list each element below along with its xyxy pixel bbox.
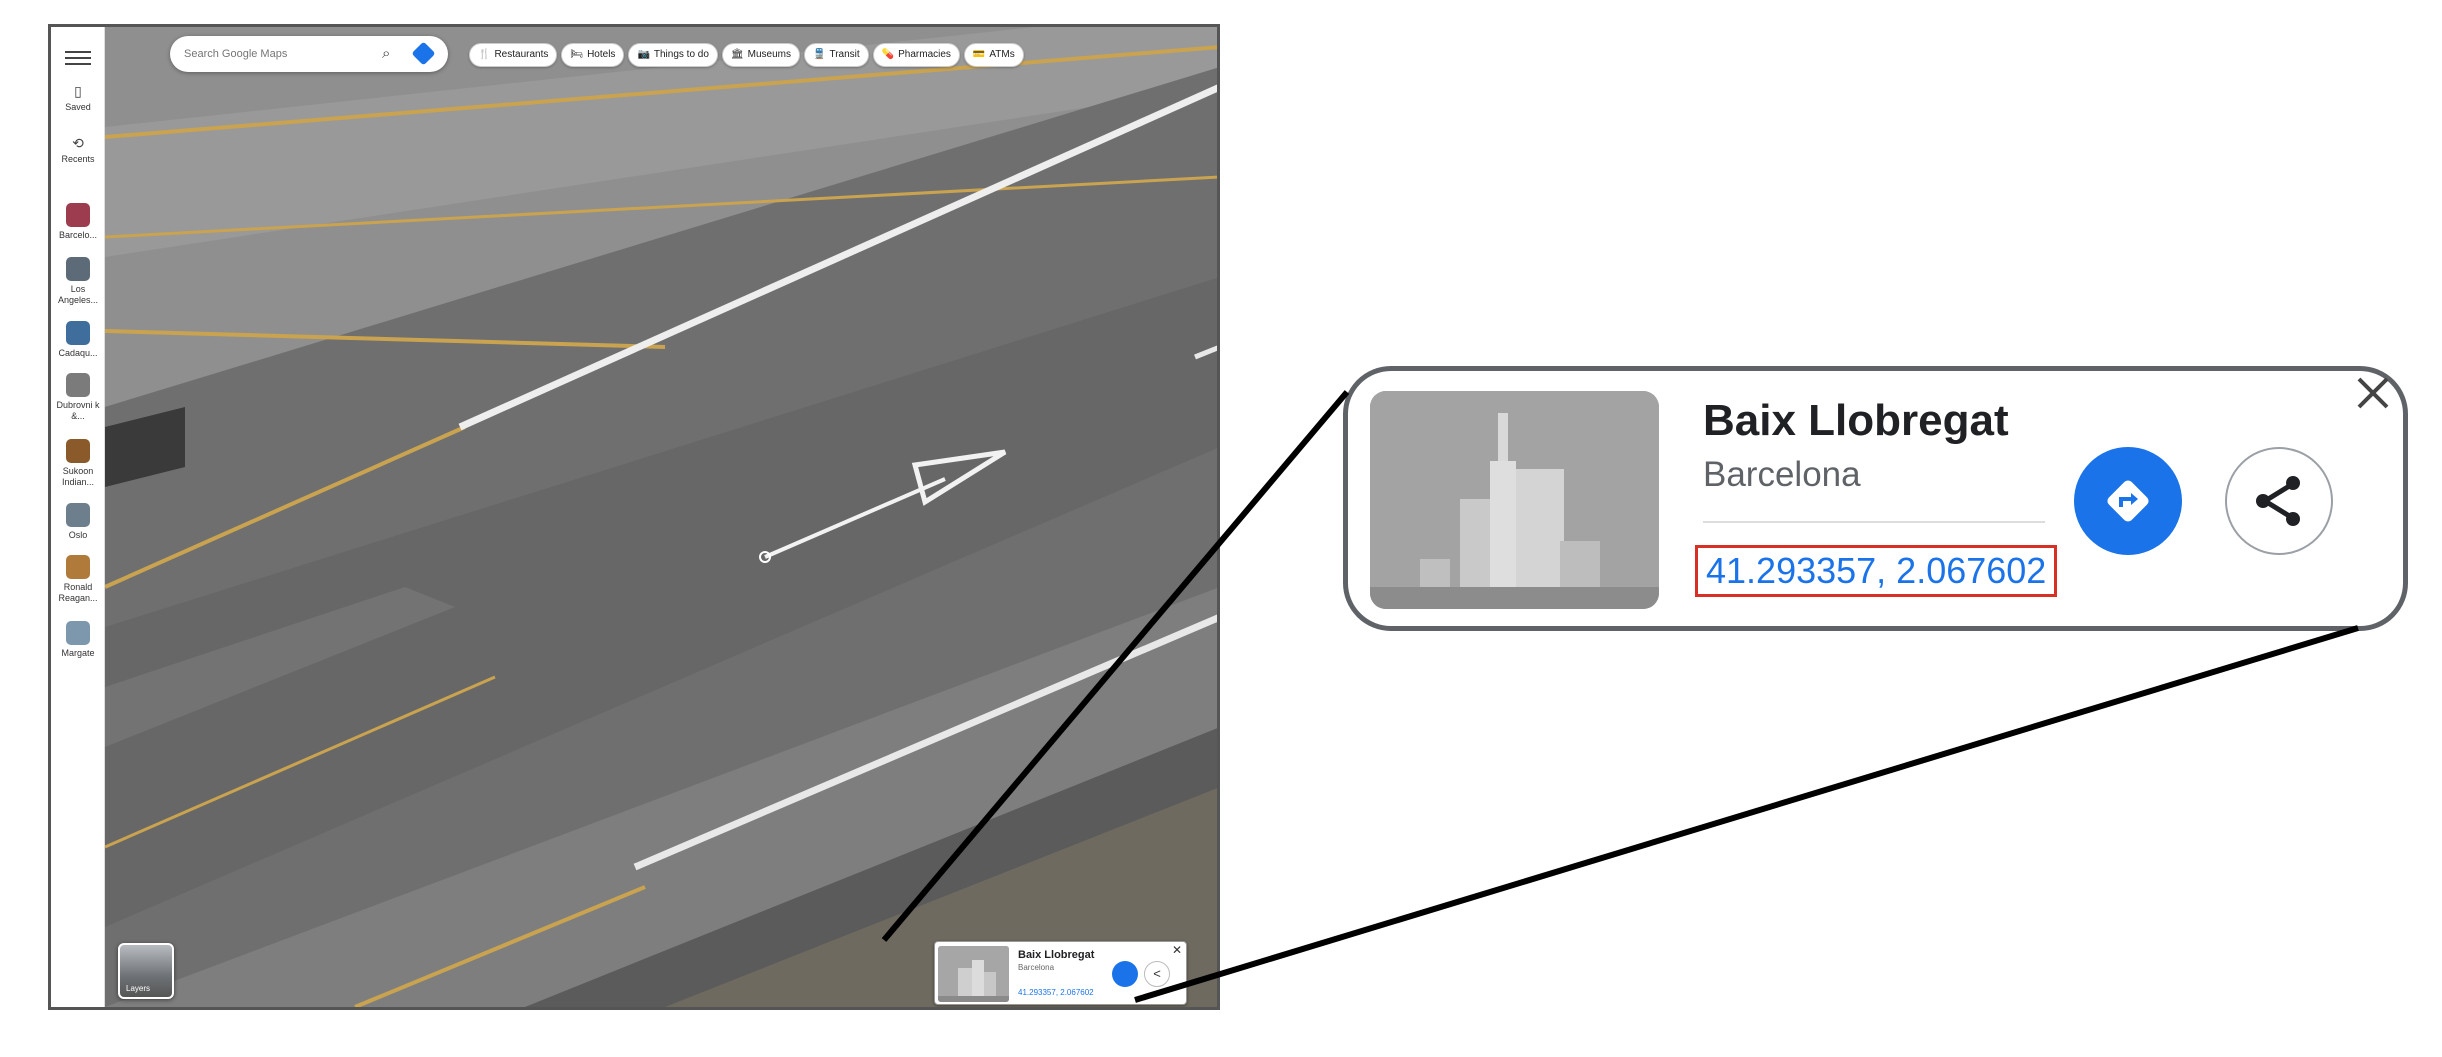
place-thumbnail <box>66 203 90 227</box>
sidebar-item-label: Sukoon Indian... <box>61 466 95 487</box>
museum-icon: 🏛 <box>730 49 744 60</box>
place-coordinates[interactable]: 41.293357, 2.067602 <box>1018 988 1094 997</box>
sidebar-item-label: Oslo <box>68 530 88 540</box>
sidebar-item-barcelona[interactable]: Barcelo... <box>51 203 105 241</box>
sidebar-item-label: Saved <box>65 102 91 112</box>
sidebar-item-label: Margate <box>61 648 95 658</box>
history-icon: ⟲ <box>72 135 84 151</box>
chip-label: Things to do <box>653 49 709 60</box>
place-photo <box>1370 391 1659 609</box>
place-title: Baix Llobregat <box>1703 396 2009 445</box>
layers-label: Layers <box>126 984 151 993</box>
sidebar-item-ronald-reagan[interactable]: Ronald Reagan... <box>51 555 105 604</box>
bed-icon: 🛏 <box>570 49 584 60</box>
place-thumbnail <box>66 373 90 397</box>
directions-button[interactable] <box>2074 447 2182 555</box>
place-subtitle: Barcelona <box>1018 963 1055 972</box>
chip-hotels[interactable]: 🛏 Hotels <box>561 43 625 67</box>
directions-icon <box>2107 480 2149 522</box>
place-photo <box>938 946 1009 1002</box>
place-card-zoom: Baix Llobregat Barcelona 41.293357, 2.06… <box>1343 366 2408 631</box>
chip-pharmacies[interactable]: 💊 Pharmacies <box>872 43 960 67</box>
place-thumbnail <box>66 503 90 527</box>
sidebar-item-label: Los Angeles... <box>57 284 99 305</box>
search-box[interactable]: ⌕ <box>170 36 448 72</box>
chip-label: Museums <box>747 49 791 60</box>
place-subtitle: Barcelona <box>1703 455 1861 494</box>
layers-button[interactable]: Layers <box>118 943 174 999</box>
utensils-icon: 🍴 <box>478 49 491 60</box>
place-thumbnail <box>66 257 90 281</box>
directions-button[interactable] <box>1112 961 1138 987</box>
directions-icon[interactable] <box>411 41 436 66</box>
sidebar-item-margate[interactable]: Margate <box>51 621 105 659</box>
share-button[interactable] <box>2225 447 2333 555</box>
chip-museums[interactable]: 🏛 Museums <box>721 43 800 67</box>
place-thumbnail <box>66 555 90 579</box>
close-icon[interactable]: ✕ <box>1172 943 1182 957</box>
chip-restaurants[interactable]: 🍴 Restaurants <box>469 43 558 67</box>
place-thumbnail <box>66 439 90 463</box>
sidebar-item-label: Barcelo... <box>58 230 98 240</box>
sidebar-item-saved[interactable]: ▯ Saved <box>51 83 105 113</box>
transit-icon: 🚆 <box>813 49 826 60</box>
sidebar-item-label: Recents <box>61 154 95 164</box>
bookmark-icon: ▯ <box>74 83 82 99</box>
atm-icon: 💳 <box>972 49 986 60</box>
place-card[interactable]: Baix Llobregat Barcelona 41.293357, 2.06… <box>934 941 1187 1005</box>
chip-label: Hotels <box>587 49 616 60</box>
sidebar-item-cadaques[interactable]: Cadaqu... <box>51 321 105 359</box>
sidebar-item-sukoon-indian[interactable]: Sukoon Indian... <box>51 439 105 488</box>
chip-transit[interactable]: 🚆 Transit <box>804 43 869 67</box>
chip-label: ATMs <box>989 49 1015 60</box>
sidebar: ▯ Saved ⟲ Recents Barcelo... Los Angeles… <box>51 27 105 1007</box>
screenshot-frame: ▯ Saved ⟲ Recents Barcelo... Los Angeles… <box>48 24 1220 1010</box>
sidebar-item-oslo[interactable]: Oslo <box>51 503 105 541</box>
chip-label: Restaurants <box>494 49 549 60</box>
category-chips: 🍴 Restaurants 🛏 Hotels 📷 Things to do 🏛 Muse… <box>469 43 1024 67</box>
satellite-map[interactable]: ⌕ 🍴Restaurants 🛏Hotels 📷Things to do 🏛Mu… <box>105 27 1217 1007</box>
place-coordinates[interactable]: 41.293357, 2.067602 <box>1695 545 2058 597</box>
runway-imagery <box>105 27 1217 1007</box>
chip-things-to-do[interactable]: 📷 Things to do <box>628 43 718 67</box>
share-button[interactable]: < <box>1144 961 1170 987</box>
sidebar-item-recents[interactable]: ⟲ Recents <box>51 135 105 165</box>
camera-icon: 📷 <box>637 49 650 60</box>
place-title: Baix Llobregat <box>1018 949 1095 961</box>
chip-label: Pharmacies <box>898 49 951 60</box>
sidebar-item-los-angeles[interactable]: Los Angeles... <box>51 257 105 306</box>
menu-icon[interactable] <box>65 47 91 67</box>
divider <box>1703 521 2045 523</box>
sidebar-item-dubrovnik[interactable]: Dubrovni k &... <box>51 373 105 422</box>
search-input[interactable] <box>184 44 364 64</box>
chip-atms[interactable]: 💳 ATMs <box>963 43 1024 67</box>
place-thumbnail <box>66 321 90 345</box>
pharmacy-icon: 💊 <box>881 49 895 60</box>
sidebar-item-label: Cadaqu... <box>58 348 98 358</box>
place-thumbnail <box>66 621 90 645</box>
sidebar-item-label: Dubrovni k &... <box>56 400 100 421</box>
share-icon <box>2256 476 2300 526</box>
chip-label: Transit <box>829 49 860 60</box>
search-icon[interactable]: ⌕ <box>382 45 390 62</box>
sidebar-item-label: Ronald Reagan... <box>58 582 98 603</box>
close-icon[interactable] <box>2353 373 2393 413</box>
